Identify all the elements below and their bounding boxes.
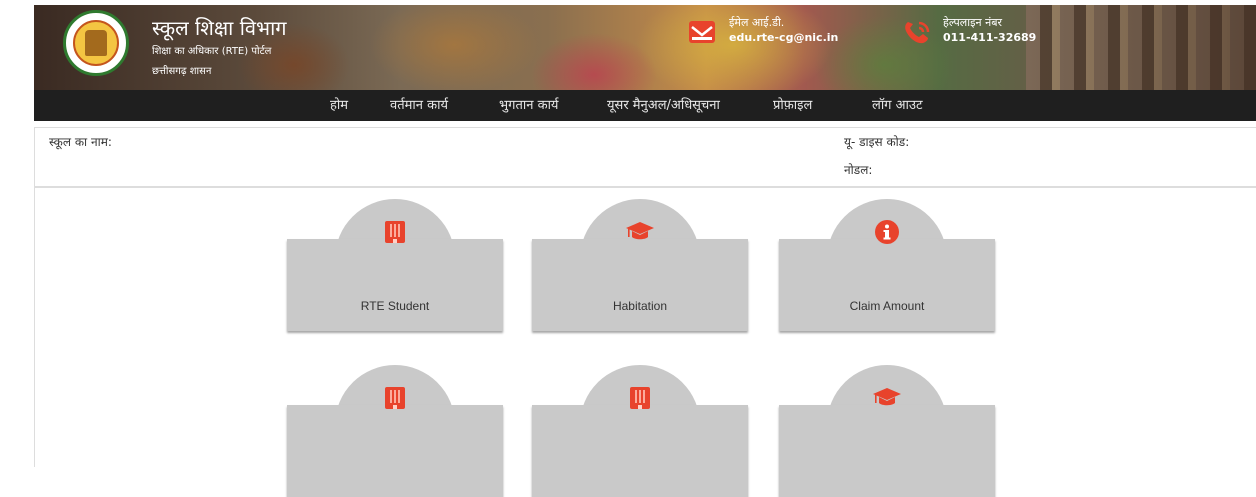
banner-photo (1026, 5, 1256, 90)
tile-body (779, 405, 995, 497)
building-icon (380, 217, 410, 247)
emblem-icon (85, 30, 107, 56)
tile-body (532, 405, 748, 497)
udise-code-label: यू- डाइस कोड: (844, 135, 910, 149)
logo-seal (73, 20, 119, 66)
building-icon (380, 383, 410, 413)
email-value[interactable]: edu.rte-cg@nic.in (729, 31, 838, 44)
nav-profile[interactable]: प्रोफ़ाइल (773, 90, 812, 121)
building-icon (625, 383, 655, 413)
email-label: ईमेल आई.डी. (729, 16, 785, 29)
phone-icon (900, 18, 934, 46)
dashboard-tiles: RTE Student Habitation Claim Amount (34, 187, 1256, 497)
helpline-label: हेल्पलाइन नंबर (943, 16, 1003, 29)
tile-label: Habitation (612, 299, 668, 313)
school-info-panel: स्कूल का नाम: यू- डाइस कोड: नोडल: (34, 127, 1256, 187)
tile-rte-student[interactable]: RTE Student (287, 199, 503, 333)
tile-row2-2[interactable] (532, 365, 748, 497)
government-logo (63, 10, 129, 76)
tile-habitation[interactable]: Habitation (532, 199, 748, 333)
nav-user-manual[interactable]: यूसर मैनुअल/अधिसूचना (607, 90, 720, 121)
site-header: स्कूल शिक्षा विभाग शिक्षा का अधिकार (RTE… (0, 0, 1256, 90)
state-name: छत्तीसगढ़ शासन (152, 66, 212, 77)
tile-body (532, 239, 748, 331)
nodal-label: नोडल: (844, 163, 873, 177)
school-name-label: स्कूल का नाम: (49, 135, 112, 149)
nav-home[interactable]: होम (330, 90, 348, 121)
tile-body (287, 405, 503, 497)
info-icon (872, 217, 902, 247)
nav-payment-work[interactable]: भुगतान कार्य (499, 90, 558, 121)
tile-body (287, 239, 503, 331)
helpline-value[interactable]: 011-411-32689 (943, 31, 1036, 44)
nav-logout[interactable]: लॉग आउट (872, 90, 923, 121)
email-icon (685, 18, 719, 46)
graduation-cap-icon (872, 383, 902, 413)
tile-row2-1[interactable] (287, 365, 503, 497)
tile-label: Claim Amount (849, 299, 925, 313)
tile-row2-3[interactable] (779, 365, 995, 497)
main-nav: होम वर्तमान कार्य भुगतान कार्य यूसर मैनु… (34, 90, 1256, 121)
tile-body (779, 239, 995, 331)
site-title: स्कूल शिक्षा विभाग (152, 16, 287, 40)
site-subtitle: शिक्षा का अधिकार (RTE) पोर्टल (152, 46, 272, 57)
graduation-cap-icon (625, 217, 655, 247)
tile-claim-amount[interactable]: Claim Amount (779, 199, 995, 333)
nav-current-work[interactable]: वर्तमान कार्य (390, 90, 448, 121)
tile-label: RTE Student (360, 299, 430, 313)
